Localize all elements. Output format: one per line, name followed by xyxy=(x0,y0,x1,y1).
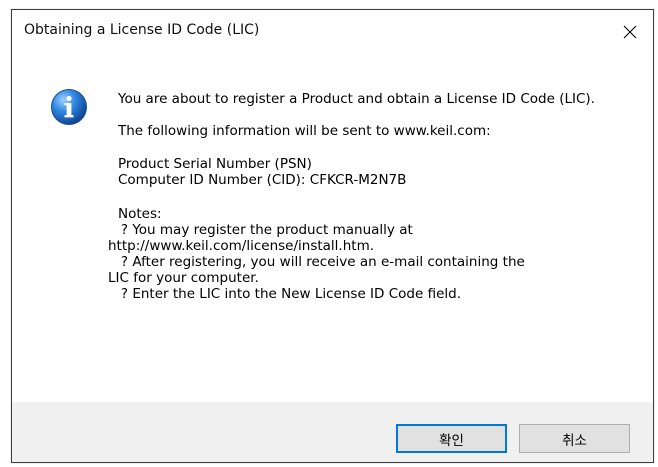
button-bar: 확인 취소 xyxy=(12,402,653,462)
close-button[interactable] xyxy=(607,10,653,54)
ok-button[interactable]: 확인 xyxy=(396,424,507,453)
intro-text: You are about to register a Product and … xyxy=(118,91,595,107)
sent-info-text: The following information will be sent t… xyxy=(118,123,491,139)
license-dialog: Obtaining a License ID Code (LIC) You ar… xyxy=(11,9,654,463)
cid-text: Computer ID Number (CID): CFKCR-M2N7B xyxy=(118,172,407,188)
note-line: LIC for your computer. xyxy=(108,270,259,286)
psn-text: Product Serial Number (PSN) xyxy=(118,156,312,172)
note-line: ? Enter the LIC into the New License ID … xyxy=(108,286,461,302)
close-icon xyxy=(623,25,637,39)
note-line: ? After registering, you will receive an… xyxy=(108,254,525,270)
cancel-button[interactable]: 취소 xyxy=(519,424,630,453)
notes-header: Notes: xyxy=(118,206,162,222)
title-bar: Obtaining a License ID Code (LIC) xyxy=(12,10,653,54)
note-line: http://www.keil.com/license/install.htm. xyxy=(108,238,375,254)
dialog-title: Obtaining a License ID Code (LIC) xyxy=(24,22,260,38)
note-line: ? You may register the product manually … xyxy=(108,222,413,238)
notes-block: Notes: ? You may register the product ma… xyxy=(108,206,628,302)
message-body: You are about to register a Product and … xyxy=(108,91,638,302)
info-icon xyxy=(51,89,87,125)
